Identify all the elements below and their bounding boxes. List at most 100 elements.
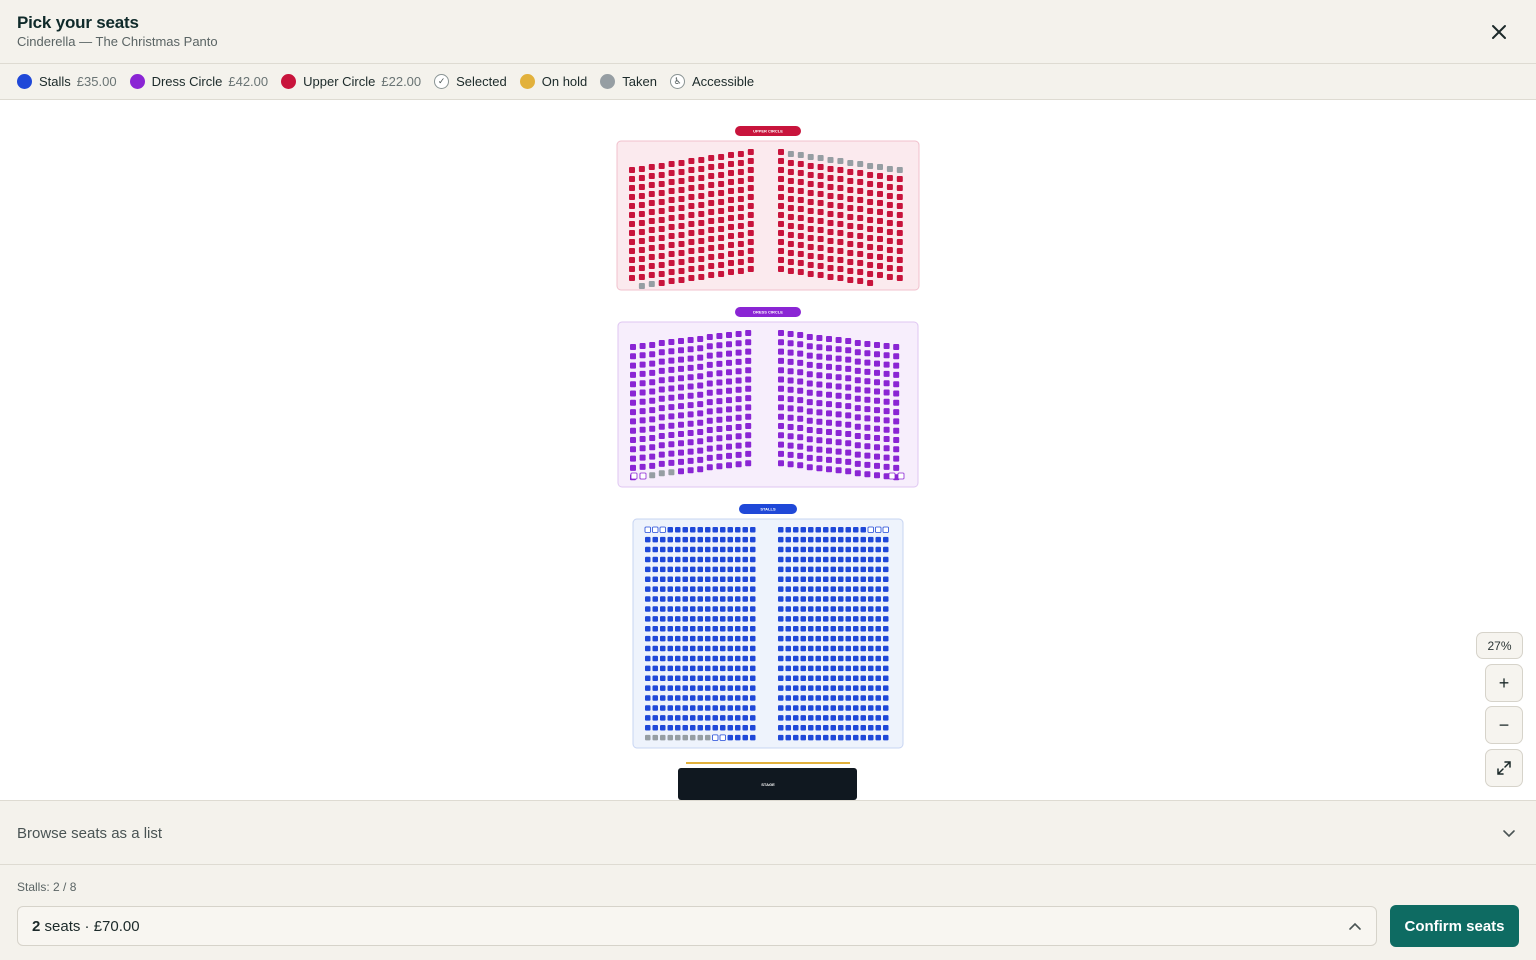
seat[interactable] [716,398,723,405]
seat[interactable] [735,405,742,412]
seat[interactable] [835,337,842,343]
seat[interactable] [728,197,734,203]
seat[interactable] [658,271,665,277]
seat[interactable] [645,675,651,682]
seat[interactable] [690,725,696,731]
seat[interactable] [883,352,890,359]
seat[interactable] [787,424,794,430]
seat[interactable] [826,363,832,370]
seat[interactable] [750,556,756,563]
seat[interactable] [785,675,792,682]
seat[interactable] [648,227,655,233]
seat[interactable] [649,472,656,479]
seat[interactable] [697,536,704,543]
seat[interactable] [864,452,871,459]
seat[interactable] [787,160,794,166]
seat[interactable] [838,606,844,612]
seat[interactable] [816,455,823,462]
seat[interactable] [682,675,689,682]
seat[interactable] [817,200,824,206]
seat[interactable] [778,248,784,254]
seat[interactable] [706,343,713,350]
seat[interactable] [668,413,675,420]
seat[interactable] [787,414,794,421]
seat[interactable] [678,241,685,247]
seat[interactable] [726,350,732,357]
seat[interactable] [867,244,874,250]
seat[interactable] [667,695,674,701]
seat[interactable] [735,675,741,682]
seat[interactable] [793,645,799,652]
seat[interactable] [690,546,696,553]
seat[interactable] [658,262,665,268]
seat[interactable] [705,734,711,741]
seat[interactable] [690,635,696,642]
seat[interactable] [860,566,867,573]
seat[interactable] [860,715,867,721]
seat[interactable] [697,373,704,380]
seat[interactable] [830,576,837,583]
seat[interactable] [697,725,704,731]
seat[interactable] [712,665,719,672]
seat[interactable] [845,536,852,543]
seat[interactable] [860,576,867,583]
seat[interactable] [708,218,715,224]
seat[interactable] [708,227,715,233]
seat[interactable] [688,212,695,218]
seat[interactable] [816,335,823,341]
seat[interactable] [857,242,864,248]
seat[interactable] [864,359,871,366]
seat[interactable] [860,586,867,592]
seat[interactable] [877,164,883,170]
seat[interactable] [658,226,665,232]
seat[interactable] [712,576,719,583]
seat[interactable] [860,596,867,602]
seat[interactable] [698,274,705,280]
seat[interactable] [697,438,704,445]
seat[interactable] [697,734,704,741]
seat[interactable] [660,725,666,731]
seat[interactable] [712,536,719,543]
seat[interactable] [853,536,859,543]
seat[interactable] [845,586,852,592]
seat[interactable] [750,586,756,592]
seat[interactable] [893,381,900,388]
seat[interactable] [807,190,814,196]
seat[interactable] [638,283,645,289]
seat[interactable] [845,384,852,391]
seat[interactable] [639,445,646,452]
seat[interactable] [720,596,726,602]
seat[interactable] [837,212,844,218]
seat[interactable] [742,606,749,612]
seat[interactable] [883,685,889,691]
seat[interactable] [638,202,645,208]
seat[interactable] [718,235,725,241]
seat[interactable] [649,462,656,469]
seat[interactable] [737,187,744,193]
seat[interactable] [675,655,681,662]
seat[interactable] [648,200,655,206]
seat[interactable] [667,626,674,632]
seat[interactable] [868,616,874,622]
seat[interactable] [837,266,844,272]
seat[interactable] [826,345,832,352]
seat[interactable] [778,348,784,355]
seat[interactable] [697,606,704,612]
seat[interactable] [787,461,794,468]
seat[interactable] [847,268,854,274]
seat[interactable] [896,212,903,218]
seat[interactable] [857,269,864,275]
seat[interactable] [648,173,655,179]
seat[interactable] [785,616,792,622]
seat[interactable] [735,368,742,375]
seat[interactable] [687,364,694,371]
seat[interactable] [745,413,752,420]
seat[interactable] [845,675,852,682]
seat[interactable] [830,626,837,632]
seat[interactable] [675,606,681,612]
seat[interactable] [823,576,829,583]
seat-map-canvas[interactable]: UPPER CIRCLE DRESS CIRCLE STALLS STAGE [0,100,1536,800]
seat[interactable] [648,281,655,287]
seat[interactable] [837,221,844,227]
seat[interactable] [868,576,874,583]
